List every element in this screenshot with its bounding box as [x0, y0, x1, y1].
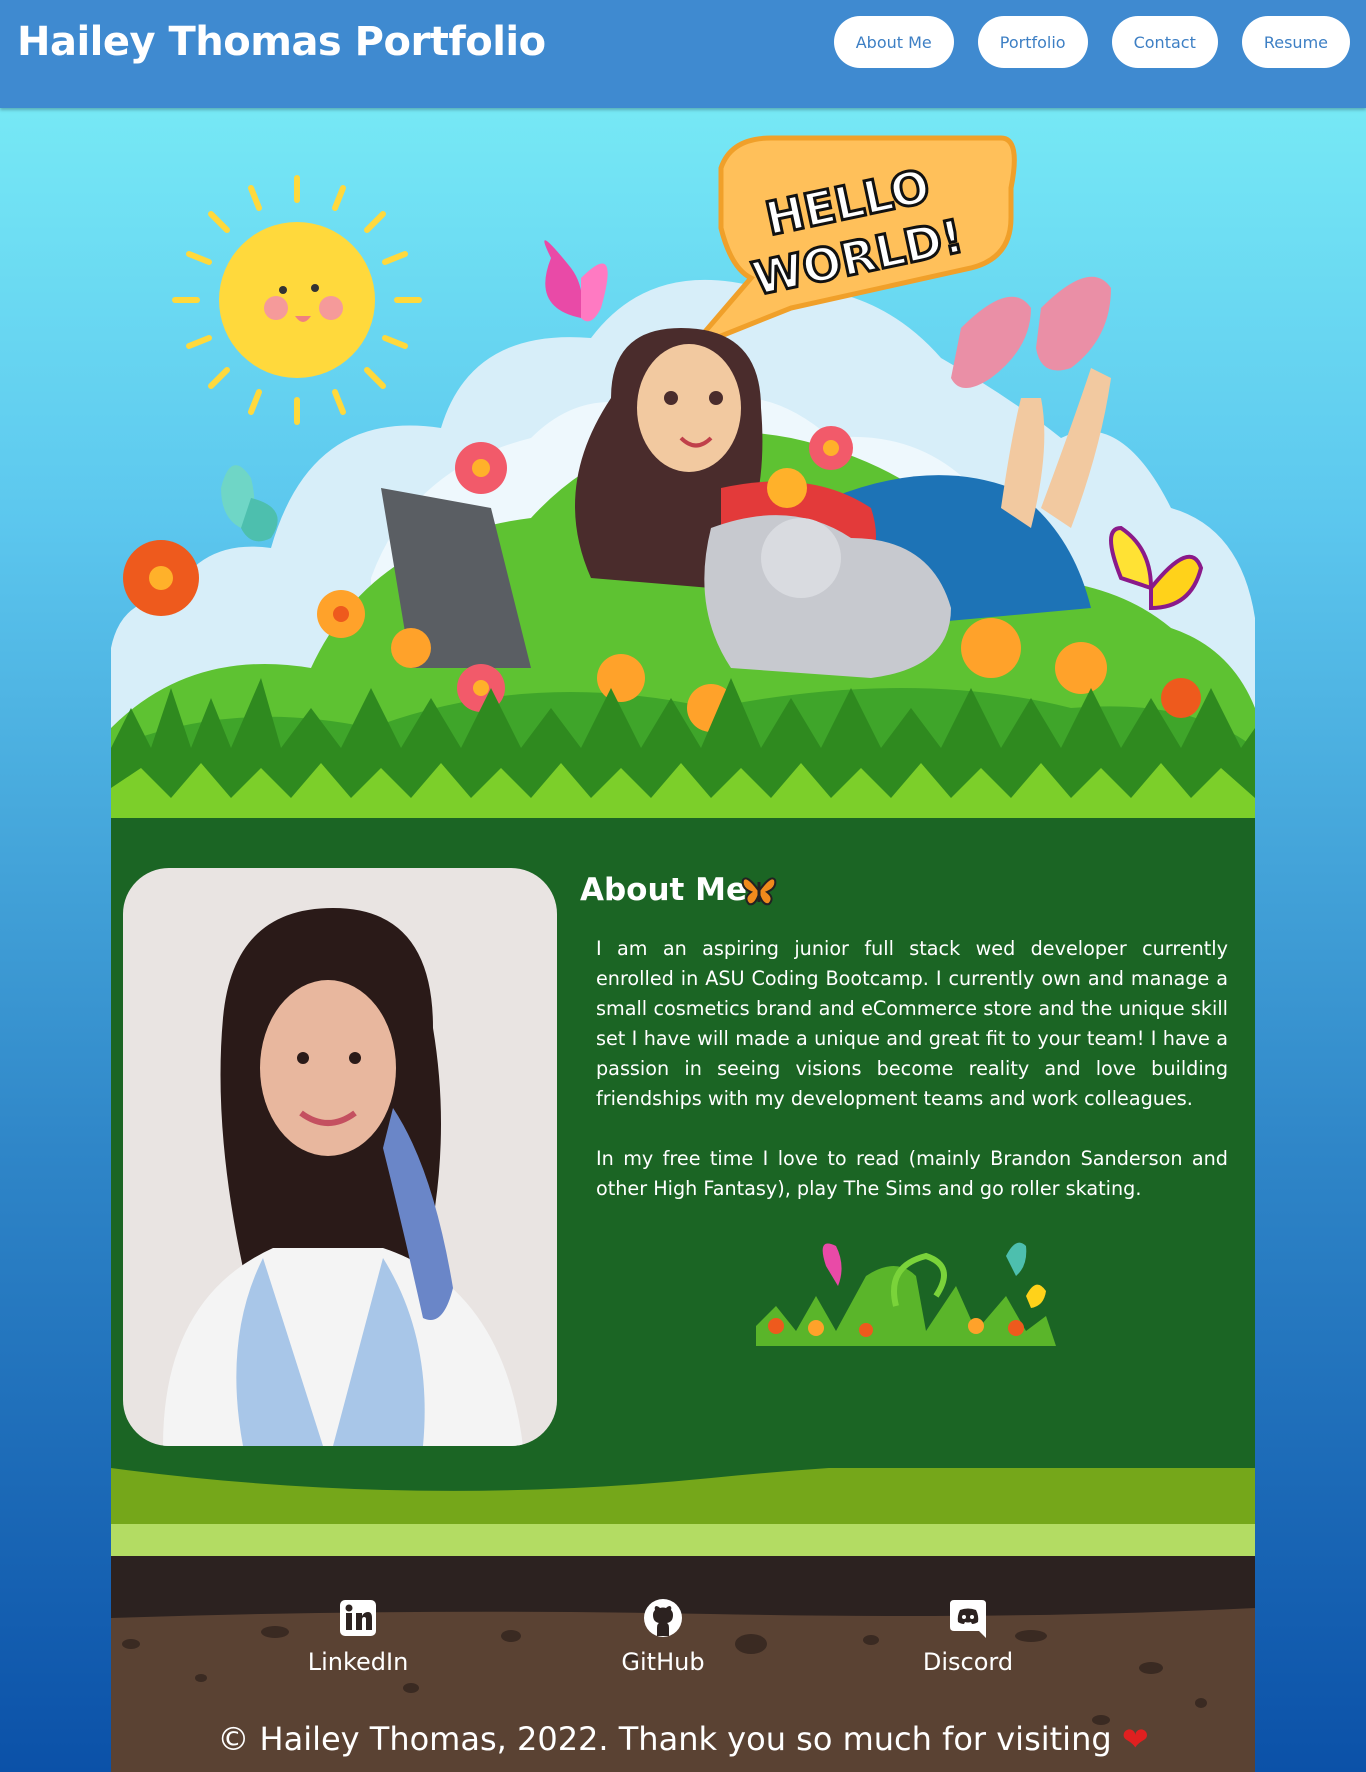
butterfly-icon	[741, 877, 777, 906]
about-paragraph: In my free time I love to read (mainly B…	[596, 1147, 1228, 1200]
nav-about-me-button[interactable]: About Me	[833, 16, 954, 68]
site-title: Hailey Thomas Portfolio	[17, 19, 546, 65]
github-label: GitHub	[621, 1648, 705, 1676]
discord-label: Discord	[922, 1648, 1014, 1676]
main-panel: HELLO WORLD! About Me I am an aspiring j…	[111, 108, 1255, 1772]
footer: © Hailey Thomas, 2022. Thank you so much…	[111, 1720, 1255, 1758]
heart-icon: ❤	[1121, 1720, 1149, 1758]
linkedin-label: LinkedIn	[307, 1648, 409, 1676]
github-link[interactable]: GitHub	[583, 1598, 743, 1676]
site-header: Hailey Thomas Portfolio About Me Portfol…	[0, 0, 1366, 108]
about-title: About Me	[580, 872, 748, 908]
sun-icon	[172, 175, 422, 425]
footer-text: © Hailey Thomas, 2022. Thank you so much…	[217, 1720, 1112, 1758]
nav-contact-button[interactable]: Contact	[1111, 16, 1218, 68]
about-paragraph: I am an aspiring junior full stack wed d…	[596, 937, 1228, 1110]
discord-icon	[950, 1600, 986, 1638]
butterfly-teal-icon	[221, 465, 278, 542]
github-icon	[644, 1599, 682, 1637]
nav-bar: About Me Portfolio Contact Resume	[833, 16, 1350, 68]
hero-illustration: HELLO WORLD!	[111, 135, 1255, 818]
about-text: I am an aspiring junior full stack wed d…	[596, 934, 1228, 1204]
discord-link[interactable]: Discord	[888, 1598, 1048, 1676]
nav-resume-button[interactable]: Resume	[1241, 16, 1350, 68]
garden-decoration	[756, 1242, 1056, 1346]
profile-photo	[123, 868, 557, 1446]
linkedin-icon	[340, 1600, 376, 1636]
linkedin-link[interactable]: LinkedIn	[278, 1598, 438, 1676]
butterfly-pink-icon	[544, 240, 608, 322]
nav-portfolio-button[interactable]: Portfolio	[977, 16, 1088, 68]
social-links: LinkedIn GitHub Discord	[111, 1598, 1255, 1708]
